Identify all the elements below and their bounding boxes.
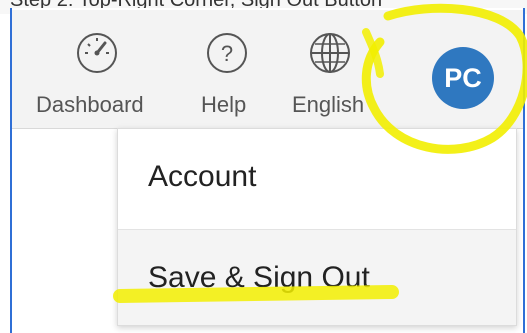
svg-text:?: ? [221, 41, 233, 66]
globe-icon [310, 33, 350, 73]
menu-item-account-label: Account [148, 160, 257, 193]
help-label: Help [201, 92, 247, 117]
menu-item-save-sign-out-label: Save & Sign Out [148, 260, 370, 294]
help-question-icon: ? [207, 33, 247, 73]
avatar-initials: PC [444, 62, 482, 93]
account-dropdown-menu: Account Save & Sign Out [117, 128, 517, 326]
menu-item-account[interactable]: Account [118, 129, 516, 225]
dashboard-label: Dashboard [36, 92, 144, 117]
user-avatar-button[interactable]: PC [432, 47, 494, 109]
top-toolbar: Dashboard ? Help English PC [12, 10, 523, 129]
menu-item-save-sign-out[interactable]: Save & Sign Out [118, 229, 516, 325]
dashboard-gauge-icon [77, 33, 117, 73]
language-label: English [292, 92, 365, 117]
